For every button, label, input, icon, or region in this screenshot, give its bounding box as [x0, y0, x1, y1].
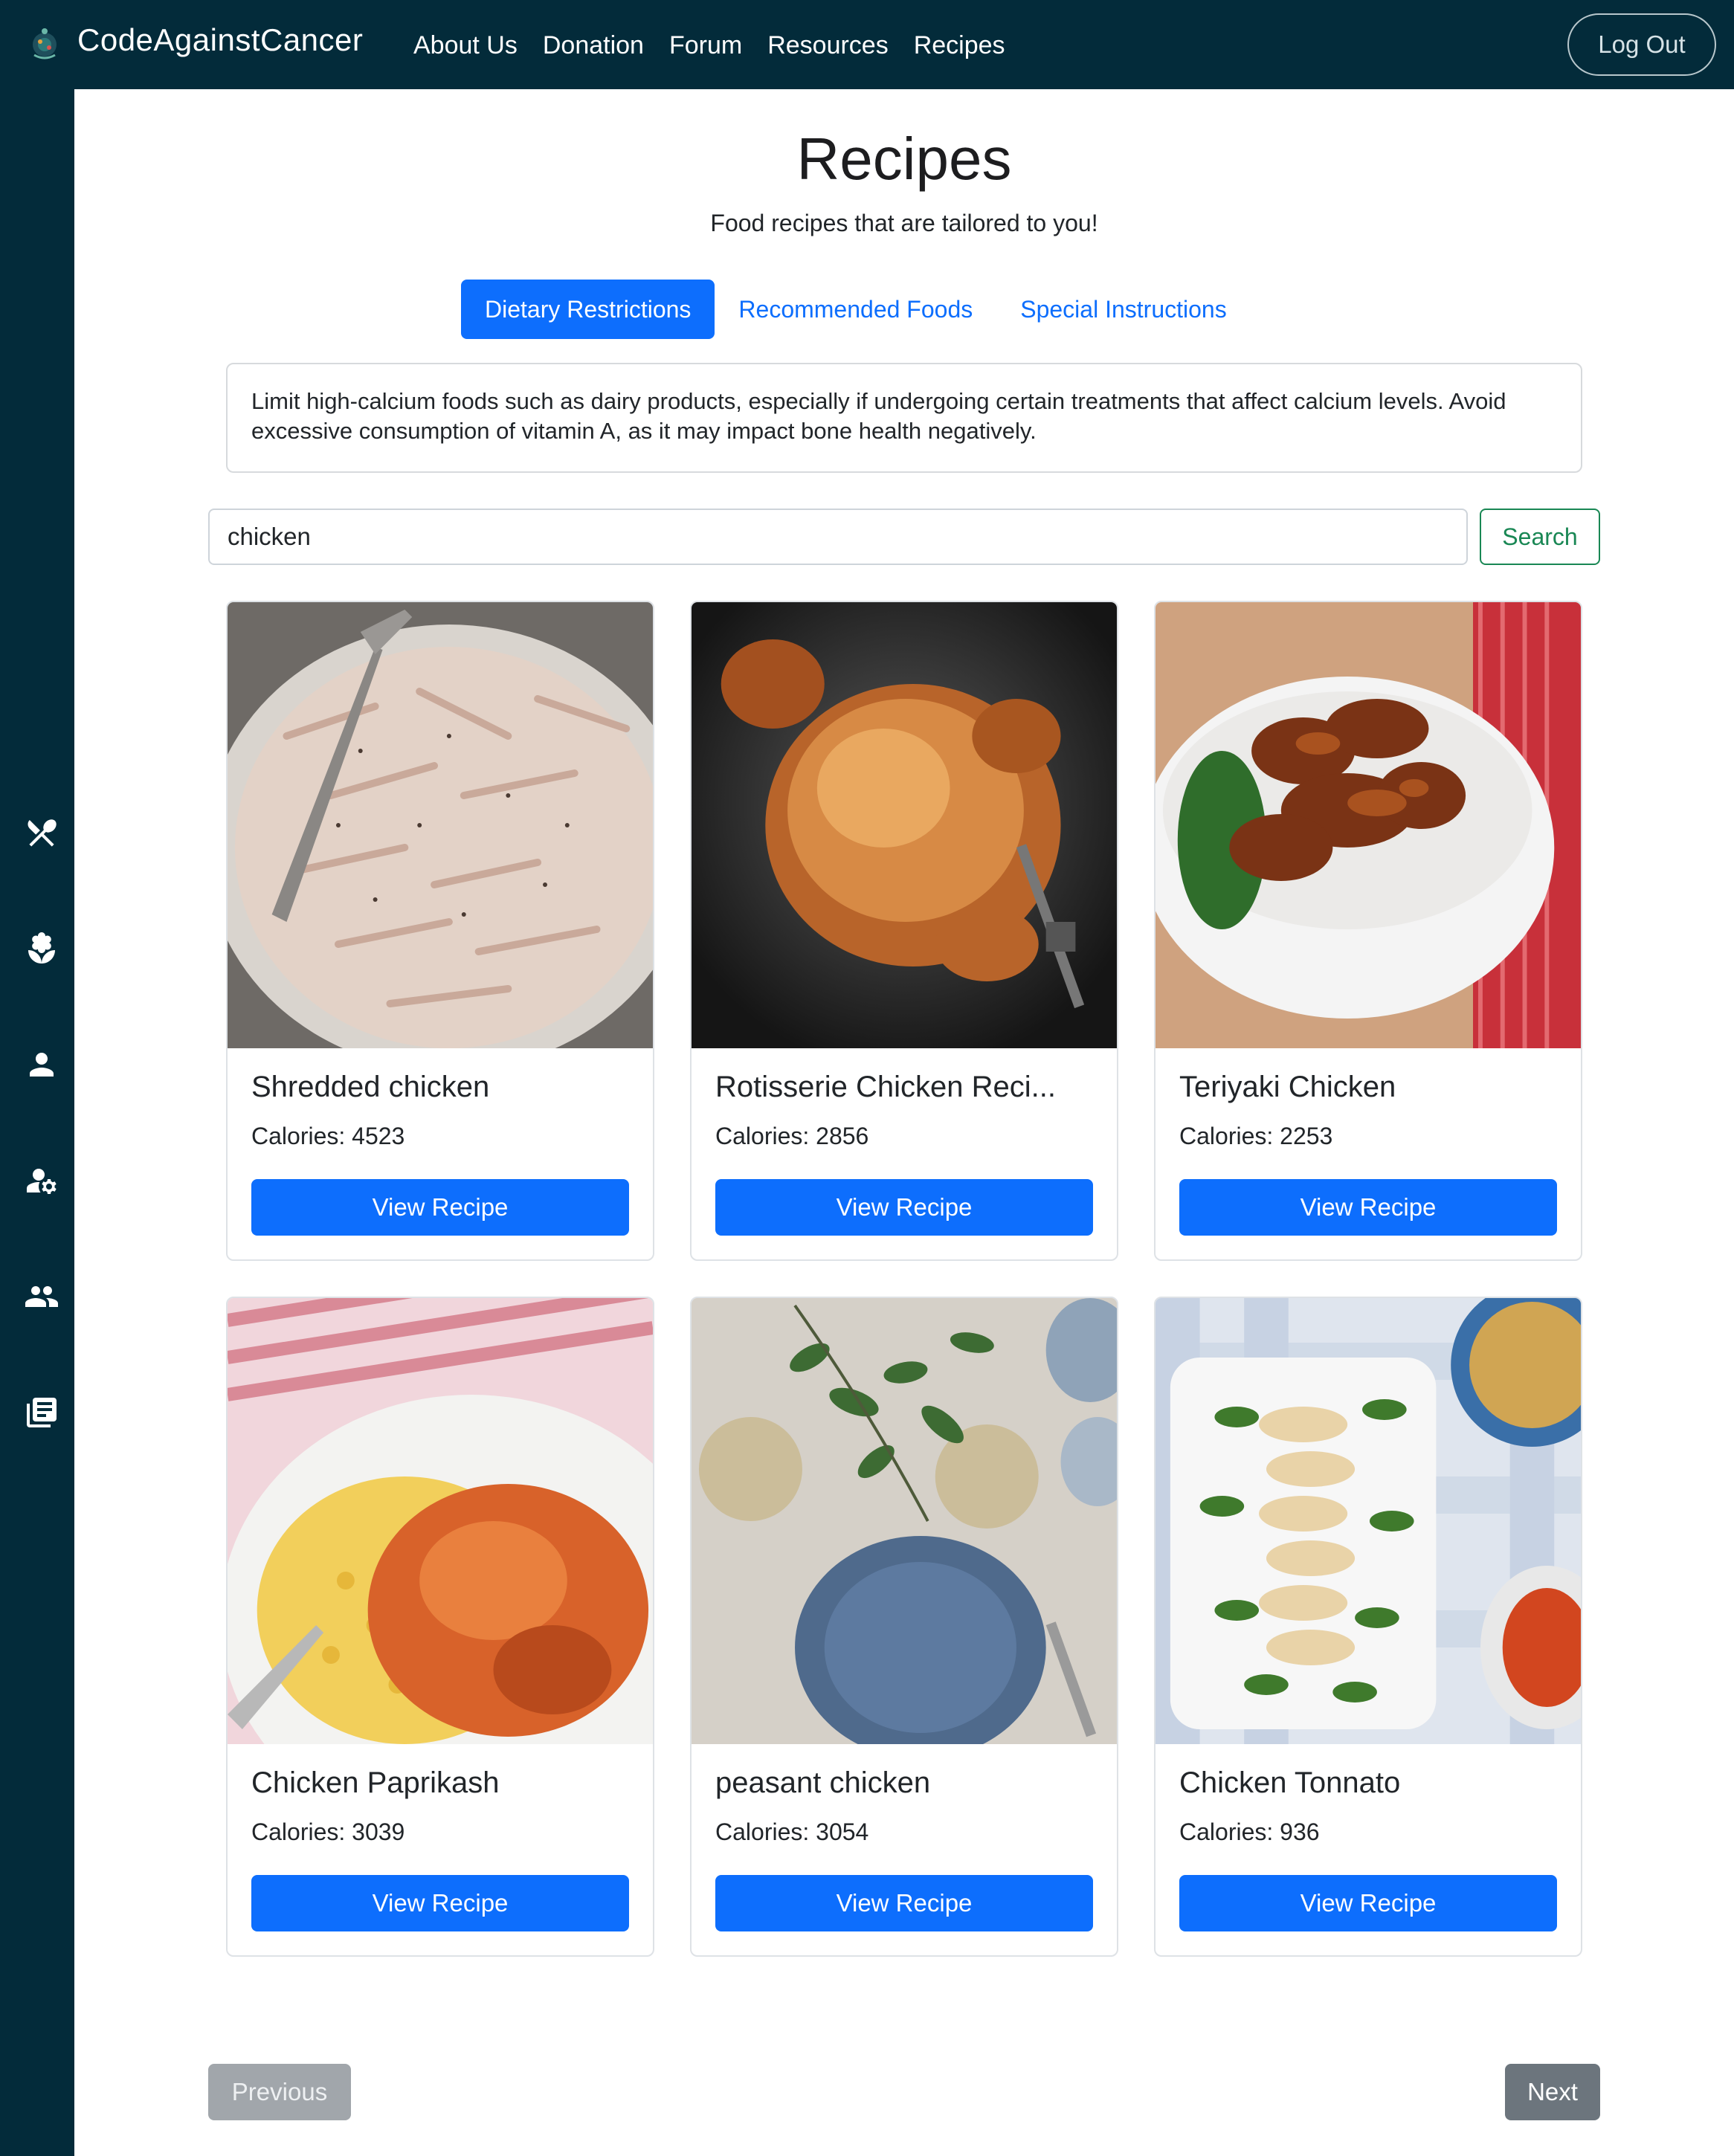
- recipe-card: Teriyaki Chicken Calories: 2253 View Rec…: [1154, 601, 1582, 1261]
- recipe-calories: Calories: 4523: [251, 1123, 405, 1149]
- recipe-image[interactable]: [1156, 1298, 1581, 1744]
- view-recipe-button[interactable]: View Recipe: [715, 1179, 1093, 1236]
- dietary-restrictions-text: Limit high-calcium foods such as dairy p…: [251, 388, 1506, 444]
- view-recipe-button[interactable]: View Recipe: [1179, 1875, 1557, 1931]
- recipe-calories: Calories: 3039: [251, 1818, 405, 1845]
- next-button[interactable]: Next: [1505, 2064, 1600, 2120]
- recipe-image[interactable]: [1156, 602, 1581, 1048]
- recipe-calories: Calories: 2253: [1179, 1123, 1333, 1149]
- recipe-title: Shredded chicken: [251, 1071, 490, 1103]
- recipe-card: peasant chicken Calories: 3054 View Reci…: [690, 1297, 1118, 1957]
- page-subtitle: Food recipes that are tailored to you!: [710, 210, 1098, 236]
- sidebar: [0, 89, 74, 2156]
- view-recipe-button[interactable]: View Recipe: [715, 1875, 1093, 1931]
- view-recipe-button[interactable]: View Recipe: [1179, 1179, 1557, 1236]
- recipe-card: Chicken Paprikash Calories: 3039 View Re…: [226, 1297, 654, 1957]
- view-recipe-button[interactable]: View Recipe: [251, 1179, 629, 1236]
- nav-link-resources[interactable]: Resources: [767, 27, 889, 64]
- brand-logo-icon: [27, 21, 62, 62]
- brand[interactable]: CodeAgainstCancer: [27, 21, 363, 62]
- recipe-image[interactable]: [692, 602, 1117, 1048]
- brand-name: CodeAgainstCancer: [77, 22, 364, 57]
- person-icon[interactable]: [24, 1047, 59, 1082]
- tab-recommended-foods[interactable]: Recommended Foods: [715, 280, 996, 339]
- recipe-title: Rotisserie Chicken Reci...: [715, 1071, 1056, 1103]
- recipe-image[interactable]: [692, 1298, 1117, 1744]
- search-input[interactable]: [208, 509, 1468, 565]
- recipe-tabs: Dietary Restrictions Recommended Foods S…: [461, 280, 1251, 339]
- recipe-title: Chicken Paprikash: [251, 1766, 500, 1799]
- tab-dietary-restrictions[interactable]: Dietary Restrictions: [461, 280, 715, 339]
- recipe-title: peasant chicken: [715, 1766, 931, 1799]
- recipe-title: Teriyaki Chicken: [1179, 1071, 1396, 1103]
- recipe-image[interactable]: [228, 1298, 653, 1744]
- tab-content-panel: Limit high-calcium foods such as dairy p…: [226, 363, 1582, 473]
- user-gear-icon[interactable]: [24, 1163, 59, 1198]
- logout-button[interactable]: Log Out: [1567, 13, 1716, 76]
- tab-special-instructions[interactable]: Special Instructions: [996, 280, 1250, 339]
- recipe-calories: Calories: 2856: [715, 1123, 869, 1149]
- recipe-card: Rotisserie Chicken Reci... Calories: 285…: [690, 601, 1118, 1261]
- recipe-grid: Shredded chicken Calories: 4523 View Rec…: [226, 601, 1582, 1957]
- search-button[interactable]: Search: [1480, 509, 1600, 565]
- people-icon[interactable]: [24, 1279, 59, 1314]
- nav-links: About Us Donation Forum Resources Recipe…: [413, 27, 1005, 64]
- nav-link-forum[interactable]: Forum: [669, 27, 742, 64]
- nav-link-about-us[interactable]: About Us: [413, 27, 518, 64]
- seedling-icon[interactable]: [24, 931, 59, 966]
- page-title: Recipes: [796, 126, 1012, 192]
- recipe-calories: Calories: 3054: [715, 1818, 869, 1845]
- nav-link-recipes[interactable]: Recipes: [914, 27, 1005, 64]
- recipe-card: Shredded chicken Calories: 4523 View Rec…: [226, 601, 654, 1261]
- library-icon[interactable]: [24, 1395, 59, 1430]
- view-recipe-button[interactable]: View Recipe: [251, 1875, 629, 1931]
- utensils-icon[interactable]: [24, 815, 59, 851]
- recipe-image[interactable]: [228, 602, 653, 1048]
- recipe-calories: Calories: 936: [1179, 1818, 1320, 1845]
- recipe-title: Chicken Tonnato: [1179, 1766, 1401, 1799]
- top-navbar: CodeAgainstCancer About Us Donation Foru…: [0, 0, 1734, 89]
- previous-button[interactable]: Previous: [208, 2064, 351, 2120]
- recipe-card: Chicken Tonnato Calories: 936 View Recip…: [1154, 1297, 1582, 1957]
- nav-link-donation[interactable]: Donation: [543, 27, 644, 64]
